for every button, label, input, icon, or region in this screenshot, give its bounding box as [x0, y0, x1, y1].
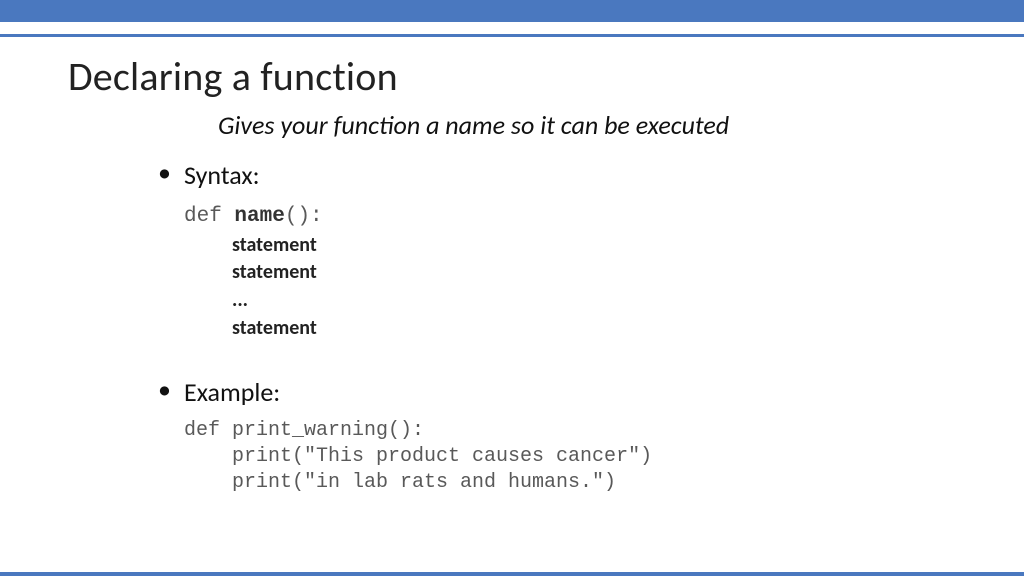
parens-colon: (): [285, 205, 323, 228]
top-bar-thin [0, 34, 1024, 37]
syntax-dots: ... [184, 286, 956, 314]
example-code: def print_warning(): print("This product… [184, 418, 956, 497]
stmt-text: statement [232, 260, 317, 284]
syntax-stmt-2: statement [184, 258, 956, 286]
def-keyword: def [184, 205, 234, 228]
func-name-placeholder: name [234, 205, 284, 228]
stmt-text: ... [232, 288, 248, 312]
slide-subtitle: Gives your function a name so it can be … [218, 109, 956, 141]
slide-body: Syntax: def name(): statement statement … [158, 159, 956, 497]
slide: Declaring a function Gives your function… [0, 0, 1024, 576]
top-bar-thick [0, 0, 1024, 22]
bottom-bar [0, 572, 1024, 576]
stmt-text: statement [232, 316, 317, 340]
syntax-code: def name(): statement statement ... stat… [184, 201, 956, 342]
example-line-1: def print_warning(): [184, 418, 956, 444]
syntax-line-def: def name(): [184, 201, 956, 231]
slide-content: Declaring a function Gives your function… [68, 52, 956, 531]
example-heading: Example: [158, 376, 956, 408]
syntax-stmt-1: statement [184, 231, 956, 259]
slide-title: Declaring a function [68, 52, 956, 101]
syntax-stmt-3: statement [184, 314, 956, 342]
example-line-3: print("in lab rats and humans.") [184, 470, 956, 496]
stmt-text: statement [232, 233, 317, 257]
example-line-2: print("This product causes cancer") [184, 444, 956, 470]
syntax-heading: Syntax: [158, 159, 956, 191]
